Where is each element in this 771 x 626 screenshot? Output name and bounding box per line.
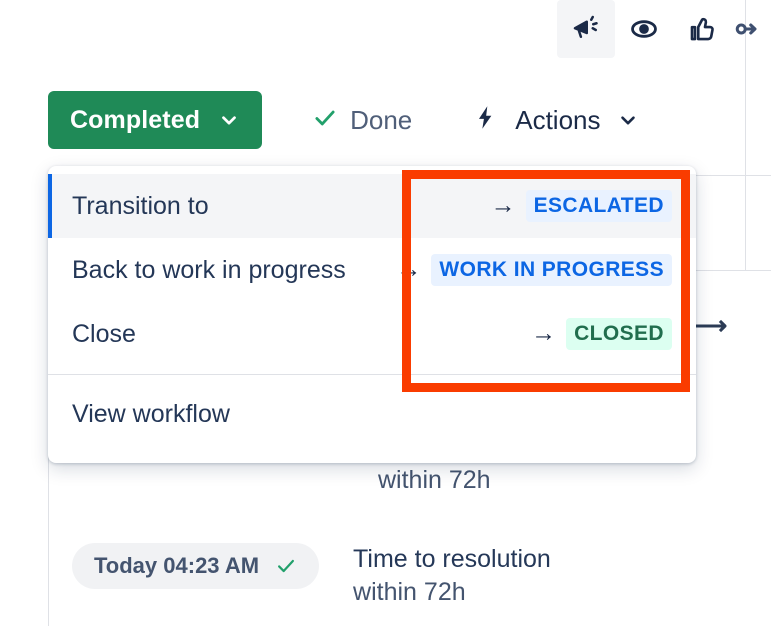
sla-title: Time to resolution bbox=[353, 545, 551, 573]
eye-icon bbox=[628, 13, 660, 45]
menu-item-view-workflow[interactable]: View workflow bbox=[48, 383, 696, 445]
status-badge: ESCALATED bbox=[525, 190, 672, 222]
copy-link-icon-button[interactable] bbox=[731, 0, 771, 58]
menu-item-target: → ESCALATED bbox=[491, 190, 672, 222]
check-icon bbox=[312, 105, 338, 136]
chevron-down-icon bbox=[218, 109, 240, 131]
done-label: Done bbox=[350, 104, 413, 135]
sla-time-text: Today 04:23 AM bbox=[94, 553, 260, 578]
workflow-menu-group: View workflow bbox=[48, 375, 696, 463]
status-transition-dropdown: Transition to → ESCALATED Back to work i… bbox=[48, 166, 696, 463]
menu-item-target: → CLOSED bbox=[531, 318, 672, 350]
menu-item-label: Back to work in progress bbox=[72, 255, 346, 284]
menu-item-back-to-work-in-progress[interactable]: Back to work in progress → WORK IN PROGR… bbox=[48, 238, 696, 302]
actions-label: Actions bbox=[515, 104, 601, 135]
status-button-label: Completed bbox=[70, 105, 201, 134]
menu-item-label: Transition to bbox=[72, 191, 209, 220]
arrow-right-icon: → bbox=[396, 255, 422, 284]
toolbar-icons bbox=[557, 0, 771, 58]
arrow-right-icon: → bbox=[531, 319, 557, 348]
clipped-sla-text: within 72h bbox=[378, 466, 491, 494]
actions-dropdown-button[interactable]: Actions bbox=[472, 104, 638, 136]
megaphone-icon-button[interactable] bbox=[557, 0, 615, 58]
megaphone-icon bbox=[571, 14, 601, 44]
thumbs-up-icon bbox=[687, 14, 717, 44]
issue-action-bar: Completed Done Actions bbox=[48, 90, 639, 150]
sla-subtitle: within 72h bbox=[353, 578, 466, 606]
check-icon bbox=[275, 555, 297, 577]
sla-time-pill: Today 04:23 AM bbox=[72, 543, 320, 589]
link-icon bbox=[731, 14, 761, 44]
done-status-item[interactable]: Done bbox=[312, 105, 412, 136]
app-screen: ⟶ within 72h Completed Done Actions Toda… bbox=[0, 0, 771, 626]
menu-item-target: → WORK IN PROGRESS bbox=[396, 254, 672, 286]
sla-row: Today 04:23 AM Time to resolution within… bbox=[72, 543, 551, 609]
watch-icon-button[interactable] bbox=[615, 0, 673, 58]
menu-item-close[interactable]: Close → CLOSED bbox=[48, 302, 696, 366]
chevron-down-icon bbox=[617, 109, 639, 131]
menu-item-transition-to[interactable]: Transition to → ESCALATED bbox=[48, 174, 696, 238]
lightning-bolt-icon bbox=[472, 104, 499, 136]
menu-item-label: View workflow bbox=[72, 399, 230, 428]
transition-menu-group: Transition to → ESCALATED Back to work i… bbox=[48, 166, 696, 374]
status-badge: WORK IN PROGRESS bbox=[431, 254, 672, 286]
arrow-right-icon: → bbox=[490, 191, 516, 220]
status-badge: CLOSED bbox=[566, 318, 672, 350]
status-dropdown-button[interactable]: Completed bbox=[48, 91, 263, 149]
like-icon-button[interactable] bbox=[673, 0, 731, 58]
sla-description: Time to resolution within 72h bbox=[353, 543, 551, 609]
menu-item-label: Close bbox=[72, 319, 136, 348]
